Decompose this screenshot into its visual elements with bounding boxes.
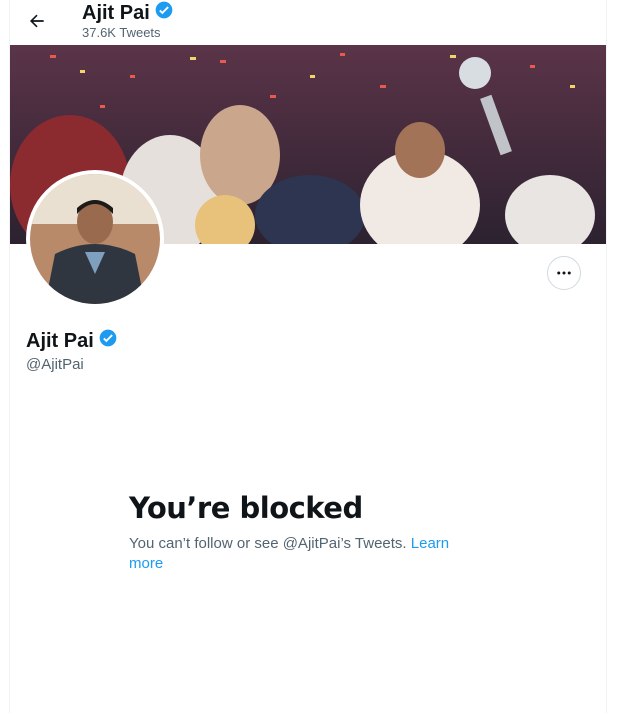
verified-badge-icon: [154, 0, 174, 26]
header-title: Ajit Pai: [82, 2, 150, 24]
tweet-count: 37.6K Tweets: [82, 25, 161, 40]
back-button[interactable]: [20, 4, 54, 38]
profile-name-row: Ajit Pai: [26, 328, 118, 354]
verified-badge-icon: [98, 328, 118, 354]
avatar[interactable]: [26, 170, 164, 308]
profile-column: Ajit Pai 37.6K Tweets Ajit Pai @AjitPai …: [9, 0, 607, 713]
blocked-notice: You’re blocked You can’t follow or see @…: [129, 490, 469, 574]
header-title-row: Ajit Pai: [82, 0, 174, 26]
blocked-title: You’re blocked: [129, 491, 363, 525]
profile-name: Ajit Pai: [26, 329, 94, 352]
top-bar: Ajit Pai 37.6K Tweets: [10, 0, 606, 44]
more-horizontal-icon: [557, 271, 571, 275]
more-button[interactable]: [547, 256, 581, 290]
blocked-message-text: You can’t follow or see @AjitPai’s Tweet…: [129, 535, 411, 552]
arrow-left-icon: [30, 14, 44, 28]
profile-handle: @AjitPai: [26, 356, 84, 373]
blocked-message: You can’t follow or see @AjitPai’s Tweet…: [129, 534, 469, 574]
